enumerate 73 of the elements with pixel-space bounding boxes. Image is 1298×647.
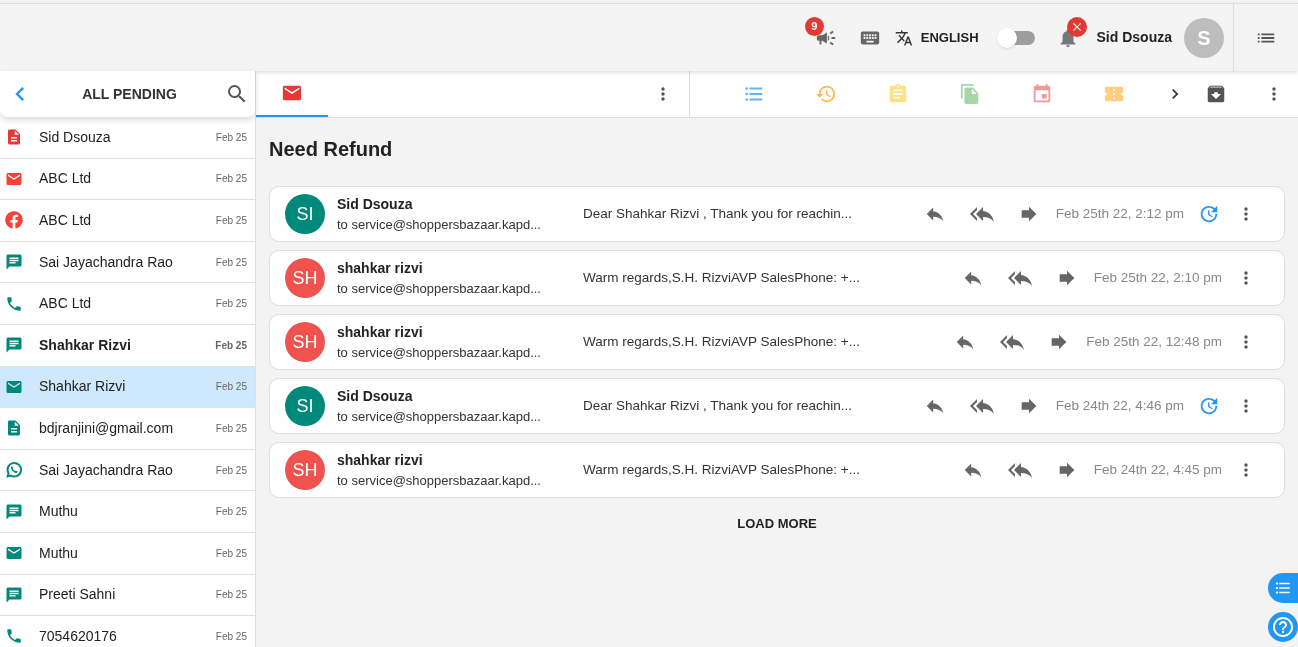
recipient-address: to service@shoppersbazaar.kapd... bbox=[337, 343, 542, 362]
language-button[interactable]: ENGLISH bbox=[920, 27, 979, 48]
clipboard-icon[interactable] bbox=[887, 83, 909, 105]
conversation-title: Need Refund bbox=[269, 137, 394, 162]
toggle-switch[interactable] bbox=[998, 30, 1035, 45]
archive-icon[interactable] bbox=[1205, 83, 1227, 105]
contact-name: Muthu bbox=[39, 502, 79, 522]
sender-name: shahkar rizvi bbox=[337, 258, 424, 278]
item-date: Feb 25 bbox=[215, 380, 247, 395]
message-date: Feb 24th 22, 4:45 pm bbox=[1093, 460, 1222, 479]
contact-name: ABC Ltd bbox=[39, 294, 93, 314]
item-date: Feb 25 bbox=[215, 297, 247, 312]
sender-name: Sid Dsouza bbox=[337, 194, 414, 214]
message-card[interactable]: SH shahkar rizvi to service@shoppersbazaar.kapd... Warm regards,S.H. RizviAVP SalesPhone: +... Feb 25th 22, 12:48 pm bbox=[269, 314, 1285, 370]
message-preview: Warm regards,S.H. RizviAVP SalesPhone: +... bbox=[583, 332, 860, 351]
message-preview: Dear Shahkar Rizvi , Thank you for reachin... bbox=[583, 396, 853, 415]
item-date: Feb 25 bbox=[215, 130, 247, 145]
close-icon bbox=[1066, 16, 1087, 37]
sender-avatar: SI bbox=[285, 194, 325, 234]
item-date: Feb 25 bbox=[215, 421, 247, 436]
contact-name: Shahkar Rizvi bbox=[39, 335, 132, 355]
contact-name: ABC Ltd bbox=[39, 211, 93, 230]
user-name: Sid Dsouza bbox=[1096, 28, 1172, 47]
item-date: Feb 25 bbox=[215, 172, 247, 187]
notification-badge: 9 bbox=[804, 16, 824, 36]
translate-icon[interactable] bbox=[894, 28, 913, 47]
sender-name: shahkar rizvi bbox=[337, 450, 424, 470]
message-date: Feb 25th 22, 12:48 pm bbox=[1086, 332, 1222, 351]
contact-name: Sai Jayachandra Rao bbox=[39, 252, 174, 272]
contact-name: Sai Jayachandra Rao bbox=[39, 460, 174, 480]
message-preview: Dear Shahkar Rizvi , Thank you for reachin... bbox=[583, 204, 853, 223]
item-date: Feb 25 bbox=[215, 546, 247, 561]
help-icon bbox=[1271, 615, 1295, 639]
item-date: Feb 25 bbox=[215, 463, 247, 478]
contact-name: Sid Dsouza bbox=[39, 127, 112, 147]
recipient-address: to service@shoppersbazaar.kapd... bbox=[337, 279, 542, 298]
sender-avatar: SH bbox=[285, 258, 325, 298]
message-date: Feb 24th 22, 4:46 pm bbox=[1055, 396, 1184, 415]
sender-name: Sid Dsouza bbox=[337, 386, 414, 406]
list-fab[interactable] bbox=[1268, 573, 1298, 603]
message-preview: Warm regards,S.H. RizviAVP SalesPhone: +... bbox=[583, 268, 860, 287]
load-more-button[interactable]: LOAD MORE bbox=[737, 514, 817, 534]
message-preview: Warm regards,S.H. RizviAVP SalesPhone: +... bbox=[583, 460, 860, 479]
message-date: Feb 25th 22, 2:12 pm bbox=[1055, 204, 1184, 223]
sender-avatar: SH bbox=[285, 322, 325, 362]
clock-icon[interactable] bbox=[1198, 203, 1220, 225]
item-date: Feb 25 bbox=[215, 338, 247, 353]
recipient-address: to service@shoppersbazaar.kapd... bbox=[337, 407, 542, 426]
item-date: Feb 25 bbox=[215, 588, 247, 603]
recipient-address: to service@shoppersbazaar.kapd... bbox=[337, 471, 542, 490]
contact-name: bdjranjini@gmail.com bbox=[39, 418, 175, 438]
message-card[interactable]: SI Sid Dsouza to service@shoppersbazaar.kapd... Dear Shahkar Rizvi , Thank you for reachin... Feb 24th 22, 4:46 pm bbox=[269, 378, 1285, 434]
message-card[interactable]: SH shahkar rizvi to service@shoppersbazaar.kapd... Warm regards,S.H. RizviAVP SalesPhone: +... Feb 24th 22, 4:45 pm bbox=[269, 442, 1285, 498]
sender-avatar: SI bbox=[285, 386, 325, 426]
contact-name: Shahkar Rizvi bbox=[39, 377, 127, 397]
message-card[interactable]: SH shahkar rizvi to service@shoppersbazaar.kapd... Warm regards,S.H. RizviAVP SalesPhone: +... Feb 25th 22, 2:10 pm bbox=[269, 250, 1285, 306]
message-date: Feb 25th 22, 2:10 pm bbox=[1093, 268, 1222, 287]
item-date: Feb 25 bbox=[215, 255, 247, 270]
contact-name: ABC Ltd bbox=[39, 169, 93, 189]
recipient-address: to service@shoppersbazaar.kapd... bbox=[337, 215, 542, 234]
message-card[interactable]: SI Sid Dsouza to service@shoppersbazaar.kapd... Dear Shahkar Rizvi , Thank you for reachin... Feb 25th 22, 2:12 pm bbox=[269, 186, 1285, 242]
sender-avatar: SH bbox=[285, 450, 325, 490]
sender-name: shahkar rizvi bbox=[337, 322, 424, 342]
item-date: Feb 25 bbox=[215, 505, 247, 520]
clock-icon[interactable] bbox=[1198, 395, 1220, 417]
contact-name: 7054620176 bbox=[39, 626, 118, 646]
contact-name: Muthu bbox=[39, 543, 79, 563]
sidebar-title: ALL PENDING bbox=[82, 84, 177, 104]
help-fab[interactable] bbox=[1268, 612, 1298, 642]
conversation-item[interactable]: Shahkar Rizvi Feb 25 bbox=[0, 366, 255, 409]
item-date: Feb 25 bbox=[215, 214, 247, 228]
contact-name: Preeti Sahni bbox=[39, 585, 117, 605]
item-date: Feb 25 bbox=[215, 629, 247, 644]
